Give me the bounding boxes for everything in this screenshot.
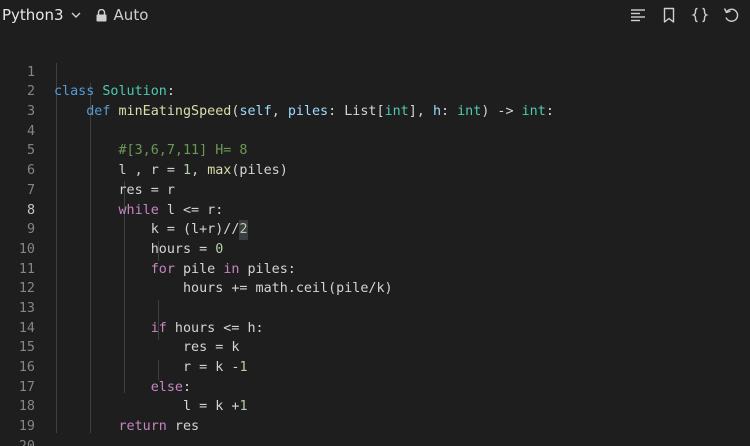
code-line: 11 hours += math.ceil(pile/k) [0,240,750,297]
code-line: 17 l = k +1 [0,358,750,415]
language-selector[interactable]: Python3 [0,0,96,30]
chevron-down-icon [71,12,81,18]
language-label: Python3 [2,6,64,24]
code-line: 18 return res [0,378,750,434]
bookmark-icon [663,7,675,23]
code-editor[interactable]: 1 class Solution: 2 def minEatingSpeed(s… [0,43,750,446]
code-line: 9 hours = 0 [0,201,750,257]
code-line: 2 def minEatingSpeed(self, piles: List[i… [0,63,750,119]
reset-code-button[interactable] [720,4,742,26]
code-line: 15 r = k -1 [0,319,750,375]
code-line: 4 #[3,6,7,11] H= 8 [0,102,750,159]
code-line: 5 l , r = 1, max(piles) [0,122,750,178]
format-icon [631,9,645,22]
code-line: 12 [0,260,750,296]
line-number: 20 [0,437,35,446]
code-line: 1 class Solution: [0,43,750,100]
editor-toolbar: Python3 Auto [0,0,750,30]
code-line-active: 8 k = (l+r)//2 [0,181,750,240]
code-line: 13 if hours <= h: [0,279,750,336]
code-line: 20 [0,417,750,446]
code-line: 10 for pile in piles: [0,220,750,277]
lock-icon [96,8,107,21]
code-line: 3 [0,82,750,119]
toolbar-actions [618,0,742,30]
bookmark-button[interactable] [658,4,680,26]
code-line: 16 else: [0,338,750,395]
code-line: 6 res = r [0,141,750,198]
autocomplete-mode[interactable]: Auto [96,6,149,24]
code-line: 14 res = k [0,299,750,356]
mode-label: Auto [113,6,149,24]
braces-button[interactable] [689,4,711,26]
reset-icon [723,8,739,22]
code-line: 19 [0,397,750,434]
format-code-button[interactable] [627,4,649,26]
braces-icon [691,7,709,23]
code-line: 7 while l <= r: [0,161,750,218]
